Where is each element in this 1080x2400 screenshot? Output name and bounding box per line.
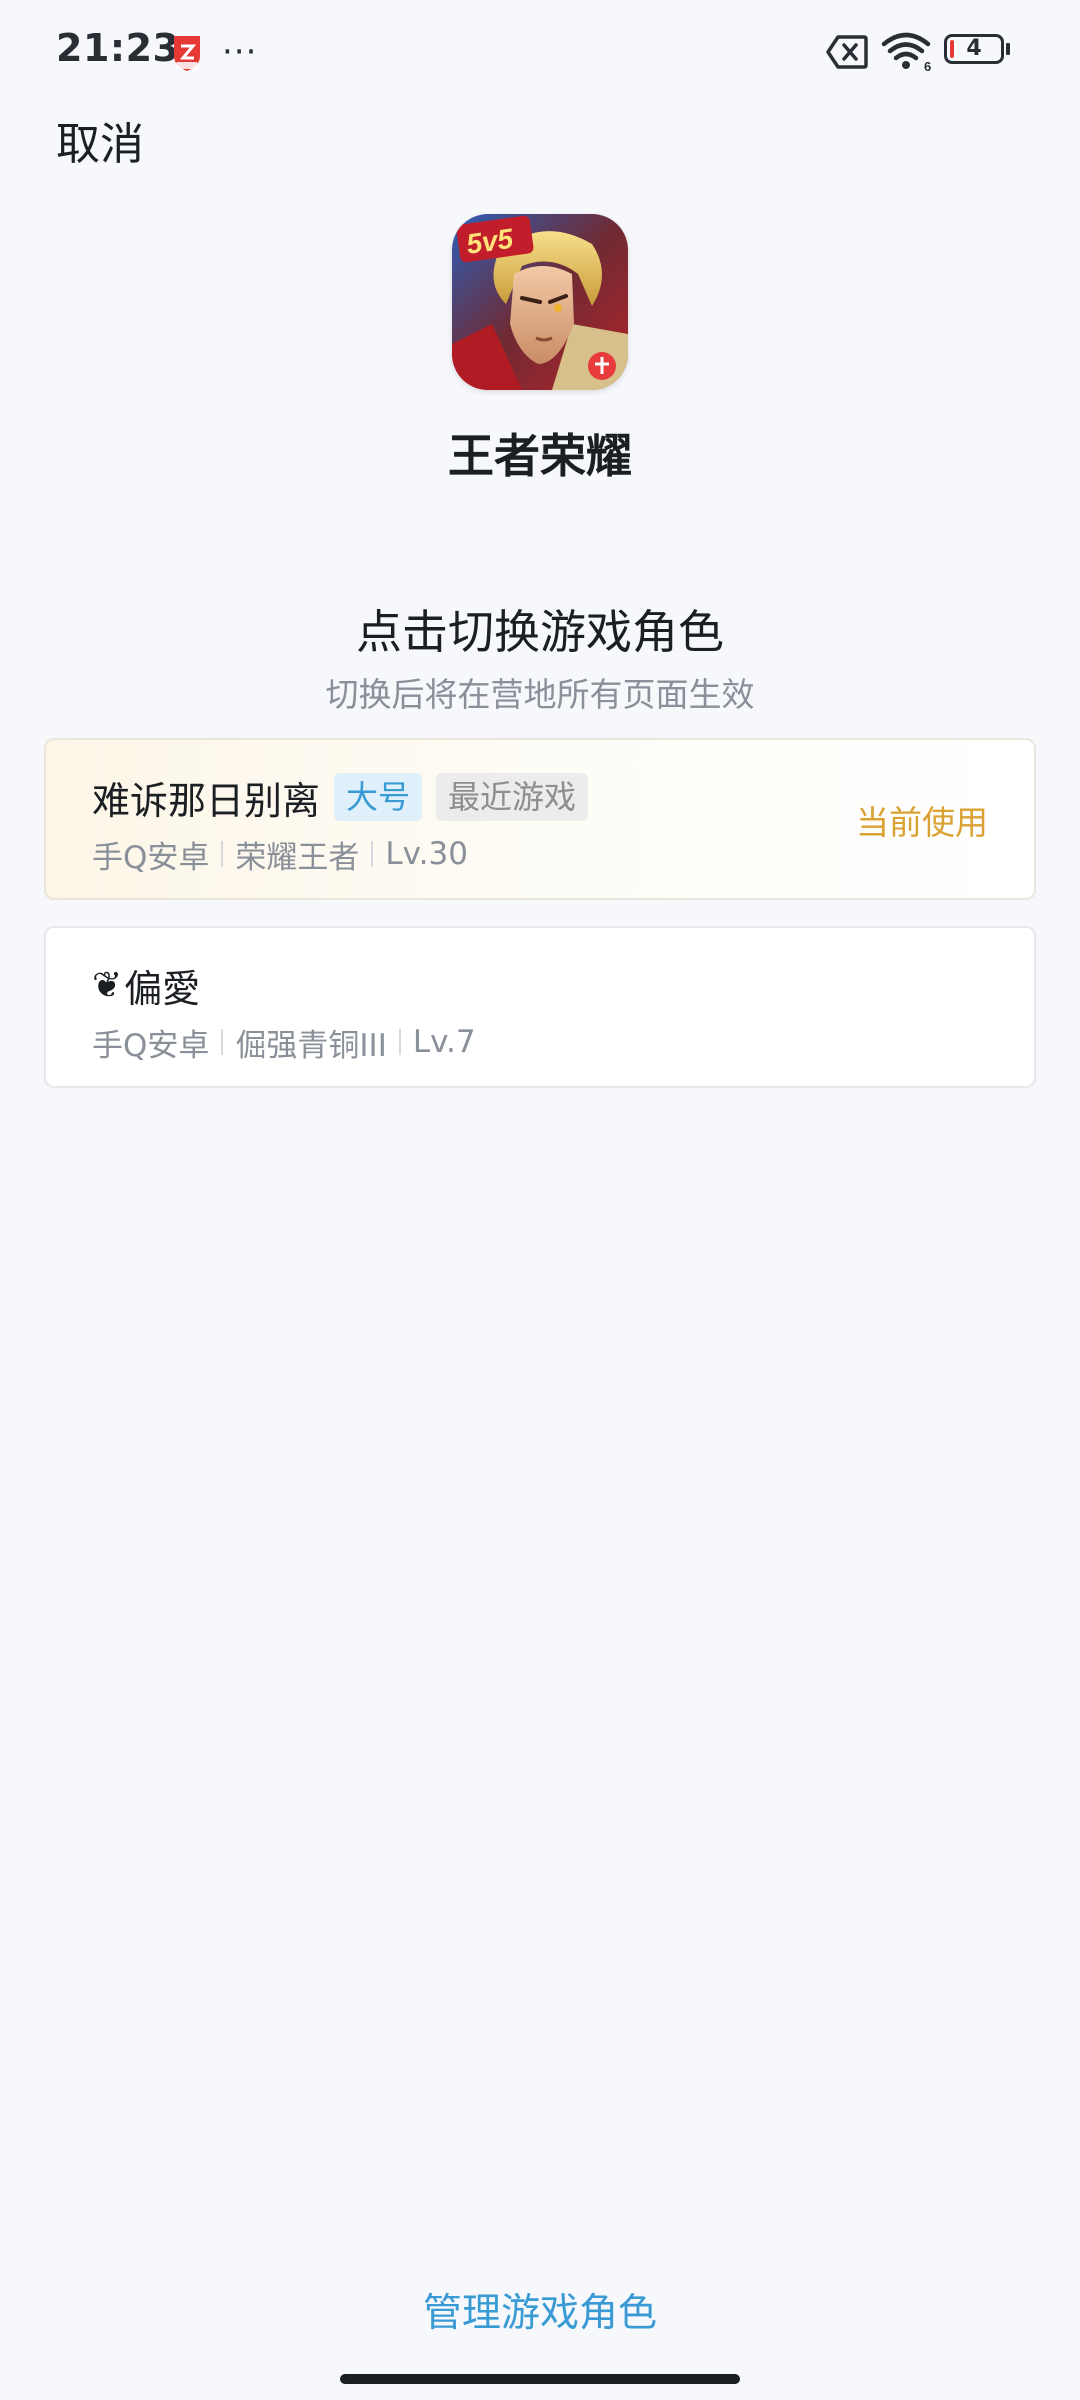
section-subtitle: 切换后将在营地所有页面生效: [325, 675, 755, 714]
role-platform: 手Q安卓: [92, 1027, 210, 1064]
home-indicator[interactable]: [340, 2374, 740, 2384]
app-notification-icon: [174, 36, 200, 71]
wifi-icon: 6: [881, 32, 931, 72]
meta-divider: [221, 841, 224, 867]
sim-error-icon: [826, 35, 868, 69]
role-platform: 手Q安卓: [92, 839, 210, 876]
role-name-row: 难诉那日别离 大号 最近游戏: [92, 770, 589, 824]
cancel-button[interactable]: 取消: [56, 108, 144, 172]
battery-level: 4: [966, 36, 982, 61]
role-meta: 手Q安卓 倔强青铜III Lv.7: [92, 1020, 476, 1064]
game-app-icon: 5v5: [452, 214, 628, 390]
role-rank: 倔强青铜III: [235, 1027, 387, 1064]
role-name: 偏愛: [124, 966, 201, 1011]
status-bar: 21:23 ··· 6 4: [0, 0, 1080, 104]
role-name-row: ❦ 偏愛: [92, 958, 200, 1012]
status-time: 21:23: [56, 26, 180, 70]
role-card-alt[interactable]: ❦ 偏愛 手Q安卓 倔强青铜III Lv.7: [44, 926, 1036, 1088]
role-rank: 荣耀王者: [235, 839, 360, 876]
meta-divider: [398, 1029, 401, 1055]
wifi-badge: 6: [924, 59, 931, 72]
heart-icon: ❦: [92, 964, 123, 1006]
current-use-label: 当前使用: [856, 803, 988, 842]
meta-divider: [221, 1029, 224, 1055]
section-title: 点击切换游戏角色: [356, 605, 724, 659]
more-icon: ···: [222, 32, 258, 72]
role-level: Lv.30: [385, 836, 468, 872]
role-meta: 手Q安卓 荣耀王者 Lv.30: [92, 832, 468, 876]
battery-icon: 4: [944, 34, 1010, 68]
app-name: 王者荣耀: [448, 429, 632, 483]
meta-divider: [371, 841, 374, 867]
tag-main-account: 大号: [334, 773, 423, 821]
role-level: Lv.7: [412, 1024, 476, 1060]
role-name: 难诉那日别离: [92, 778, 321, 823]
tag-recent-played: 最近游戏: [436, 773, 589, 821]
manage-roles-button[interactable]: 管理游戏角色: [0, 2282, 1080, 2338]
app-icon-badge: 5v5: [464, 223, 515, 260]
role-card-current[interactable]: 难诉那日别离 大号 最近游戏 手Q安卓 荣耀王者 Lv.30 当前使用: [44, 738, 1036, 900]
